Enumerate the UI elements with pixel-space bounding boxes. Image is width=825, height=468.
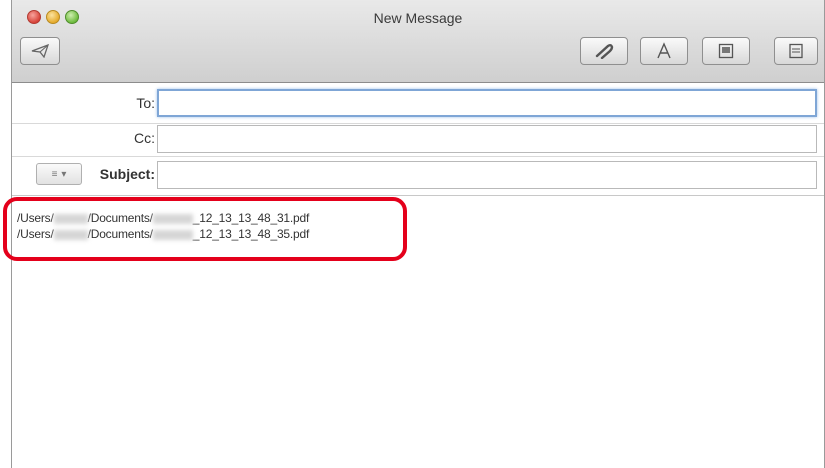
- header-divider: [12, 195, 824, 196]
- cc-label: Cc:: [134, 130, 155, 146]
- stationery-button[interactable]: [774, 37, 818, 65]
- priority-icon: ≡: [51, 168, 58, 180]
- chevron-down-icon: ▾: [61, 168, 67, 180]
- cc-field[interactable]: [157, 125, 817, 153]
- header-divider: [12, 156, 824, 157]
- photo-browser-button[interactable]: [702, 37, 750, 65]
- stationery-icon: [789, 43, 803, 59]
- send-button[interactable]: [20, 37, 60, 65]
- photo-browser-icon: [718, 43, 734, 59]
- font-icon: [657, 42, 671, 59]
- attach-button[interactable]: [580, 37, 628, 65]
- send-icon: [31, 44, 49, 58]
- window-title: New Message: [373, 10, 463, 26]
- subject-label: Subject:: [99, 166, 155, 182]
- to-label: To:: [136, 95, 155, 111]
- highlight-callout: [3, 197, 407, 261]
- to-field[interactable]: [157, 89, 817, 117]
- paperclip-icon: [595, 44, 614, 59]
- priority-menu[interactable]: ≡ ▾: [36, 163, 82, 185]
- title-bar: New Message: [12, 0, 824, 83]
- subject-field[interactable]: [157, 161, 817, 189]
- header-divider: [12, 123, 824, 124]
- format-button[interactable]: [640, 37, 688, 65]
